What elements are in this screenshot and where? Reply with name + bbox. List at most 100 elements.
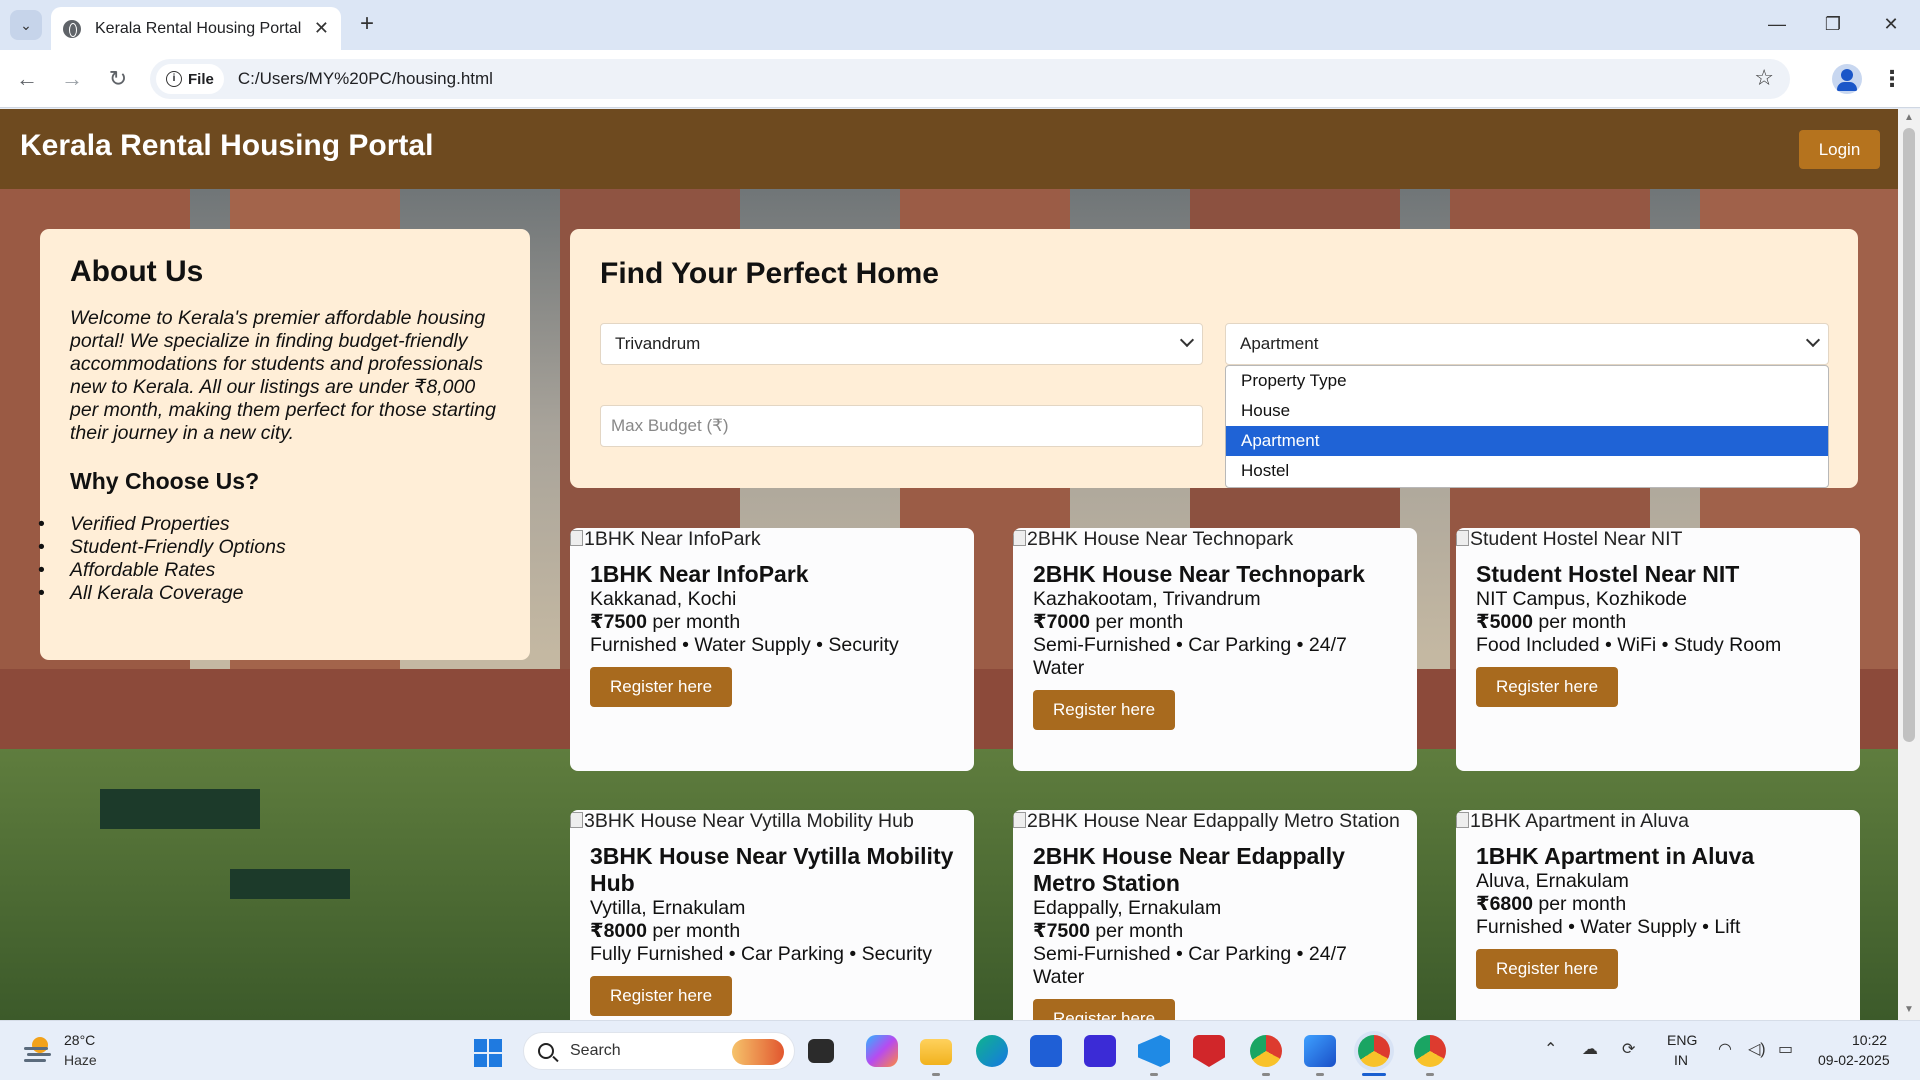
tab-search-button[interactable]: ⌄ xyxy=(10,10,42,40)
listing-location: Aluva, Ernakulam xyxy=(1476,870,1629,892)
listing-features: Furnished • Water Supply • Lift xyxy=(1476,916,1741,938)
reasons-list: Verified Properties Student-Friendly Opt… xyxy=(38,513,500,605)
profile-avatar-icon[interactable] xyxy=(1832,64,1862,94)
listing-location: NIT Campus, Kozhikode xyxy=(1476,588,1687,610)
chrome-second-profile-icon[interactable] xyxy=(1414,1035,1446,1067)
reason-item: Affordable Rates xyxy=(38,559,500,582)
weather-temperature[interactable]: 28°C xyxy=(64,1032,95,1048)
listing-location: Kazhakootam, Trivandrum xyxy=(1033,588,1261,610)
new-tab-button[interactable]: + xyxy=(352,10,382,40)
listing-image-broken: 1BHK Near InfoPark xyxy=(570,528,974,551)
haze-weather-icon[interactable] xyxy=(22,1035,54,1063)
restore-button[interactable]: ❐ xyxy=(1808,10,1858,40)
listing-features: Fully Furnished • Car Parking • Security xyxy=(590,943,933,965)
photos-icon[interactable] xyxy=(1304,1035,1336,1067)
back-arrow-icon[interactable]: ← xyxy=(12,64,42,94)
taskbar-search-label: Search xyxy=(570,1042,621,1059)
register-button[interactable]: Register here xyxy=(1033,690,1176,730)
task-view-icon[interactable] xyxy=(808,1039,834,1063)
reason-item: All Kerala Coverage xyxy=(38,582,500,605)
listing-image-broken: 1BHK Apartment in Aluva xyxy=(1456,810,1860,833)
city-select[interactable]: Trivandrum xyxy=(600,323,1203,365)
property-type-select[interactable]: Apartment xyxy=(1225,323,1829,365)
clock-date[interactable]: 09-02-2025 xyxy=(1818,1052,1890,1068)
city-select-value: Trivandrum xyxy=(615,334,701,353)
close-window-button[interactable]: ✕ xyxy=(1866,10,1916,40)
windows-taskbar: 28°C Haze Search ⌃ ☁ ⟳ ENG IN ◠ ◁) ▭ 10:… xyxy=(0,1020,1920,1080)
wifi-icon[interactable]: ◠ xyxy=(1718,1039,1732,1059)
listing-price: ₹7500 per month xyxy=(1033,920,1184,942)
weather-condition[interactable]: Haze xyxy=(64,1052,97,1068)
listing-card: Student Hostel Near NIT Student Hostel N… xyxy=(1456,528,1860,771)
bookmark-star-icon[interactable]: ☆ xyxy=(1754,65,1774,91)
login-button[interactable]: Login xyxy=(1799,130,1880,169)
tab-close-icon[interactable]: ✕ xyxy=(314,18,329,39)
register-button[interactable]: Register here xyxy=(1476,667,1619,707)
volume-icon[interactable]: ◁) xyxy=(1748,1039,1766,1059)
copilot-icon[interactable] xyxy=(866,1035,898,1067)
dev-tool-icon[interactable] xyxy=(1084,1035,1116,1067)
register-button[interactable]: Register here xyxy=(590,667,733,707)
max-budget-input[interactable]: Max Budget (₹) xyxy=(600,405,1203,447)
listing-image-broken: 2BHK House Near Technopark xyxy=(1013,528,1417,551)
chevron-down-icon xyxy=(1179,332,1195,348)
running-indicator xyxy=(1150,1073,1158,1076)
address-bar-row: ← → ↻ i File C:/Users/MY%20PC/housing.ht… xyxy=(0,50,1920,108)
windows-start-icon[interactable] xyxy=(474,1039,502,1067)
register-button[interactable]: Register here xyxy=(1476,949,1619,989)
listing-features: Food Included • WiFi • Study Room xyxy=(1476,634,1782,656)
dropdown-option-apartment[interactable]: Apartment xyxy=(1226,426,1828,456)
max-budget-placeholder: Max Budget (₹) xyxy=(611,416,729,435)
listing-location: Edappally, Ernakulam xyxy=(1033,897,1222,919)
search-highlight-icon xyxy=(732,1039,784,1065)
listing-title: 2BHK House Near Technopark xyxy=(1033,561,1365,587)
scrollbar-thumb[interactable] xyxy=(1903,128,1915,742)
browser-menu-icon[interactable]: ⋮ xyxy=(1880,64,1904,94)
search-heading: Find Your Perfect Home xyxy=(600,257,939,290)
battery-icon[interactable]: ▭ xyxy=(1778,1039,1793,1059)
language-indicator-top[interactable]: ENG xyxy=(1667,1032,1697,1048)
vscode-icon[interactable] xyxy=(1138,1035,1170,1067)
listing-features: Semi-Furnished • Car Parking • 24/7 Wate… xyxy=(1033,943,1347,988)
running-indicator xyxy=(1426,1073,1434,1076)
browser-tab-strip: ⌄ Kerala Rental Housing Portal ✕ + — ❐ ✕ xyxy=(0,0,1920,50)
listing-price: ₹7000 per month xyxy=(1033,611,1184,633)
listing-image-broken: 3BHK House Near Vytilla Mobility Hub xyxy=(570,810,974,833)
forward-arrow-icon[interactable]: → xyxy=(57,64,87,94)
chrome-profile-icon[interactable] xyxy=(1250,1035,1282,1067)
scroll-up-arrow-icon[interactable]: ▲ xyxy=(1903,112,1915,124)
dropdown-option-hostel[interactable]: Hostel xyxy=(1226,456,1828,486)
register-button[interactable]: Register here xyxy=(590,976,733,1016)
active-app-indicator xyxy=(1362,1073,1386,1076)
listing-card: 3BHK House Near Vytilla Mobility Hub 3BH… xyxy=(570,810,974,1020)
chevron-down-icon xyxy=(1805,332,1821,348)
mcafee-icon[interactable] xyxy=(1193,1035,1225,1067)
cloud-sync-icon[interactable]: ☁ xyxy=(1582,1039,1598,1059)
microsoft-store-icon[interactable] xyxy=(1030,1035,1062,1067)
dropdown-option-property-type[interactable]: Property Type xyxy=(1226,366,1828,396)
listing-features: Semi-Furnished • Car Parking • 24/7 Wate… xyxy=(1033,634,1347,679)
edge-browser-icon[interactable] xyxy=(976,1035,1008,1067)
register-button[interactable]: Register here xyxy=(1033,999,1176,1020)
language-indicator-bottom[interactable]: IN xyxy=(1674,1052,1688,1068)
site-info-chip[interactable]: i File xyxy=(156,64,224,94)
chrome-active-icon[interactable] xyxy=(1358,1035,1390,1067)
reload-icon[interactable]: ↻ xyxy=(103,64,133,94)
taskbar-search-box[interactable]: Search xyxy=(523,1032,795,1070)
listing-image-broken: Student Hostel Near NIT xyxy=(1456,528,1860,551)
listing-price: ₹5000 per month xyxy=(1476,611,1627,633)
scroll-down-arrow-icon[interactable]: ▼ xyxy=(1903,1004,1915,1016)
clock-time[interactable]: 10:22 xyxy=(1852,1032,1887,1048)
listing-title: Student Hostel Near NIT xyxy=(1476,561,1740,587)
url-text[interactable]: C:/Users/MY%20PC/housing.html xyxy=(238,69,493,89)
browser-tab[interactable]: Kerala Rental Housing Portal ✕ xyxy=(51,7,341,50)
show-hidden-icons-chevron-icon[interactable]: ⌃ xyxy=(1544,1039,1557,1059)
about-heading: About Us xyxy=(70,255,204,288)
refresh-tray-icon[interactable]: ⟳ xyxy=(1622,1039,1635,1059)
globe-icon xyxy=(63,19,81,38)
property-type-dropdown: Property Type House Apartment Hostel xyxy=(1225,365,1829,488)
minimize-button[interactable]: — xyxy=(1752,10,1802,40)
omnibox[interactable]: i File C:/Users/MY%20PC/housing.html ☆ xyxy=(150,59,1790,99)
file-explorer-icon[interactable] xyxy=(920,1039,952,1065)
dropdown-option-house[interactable]: House xyxy=(1226,396,1828,426)
